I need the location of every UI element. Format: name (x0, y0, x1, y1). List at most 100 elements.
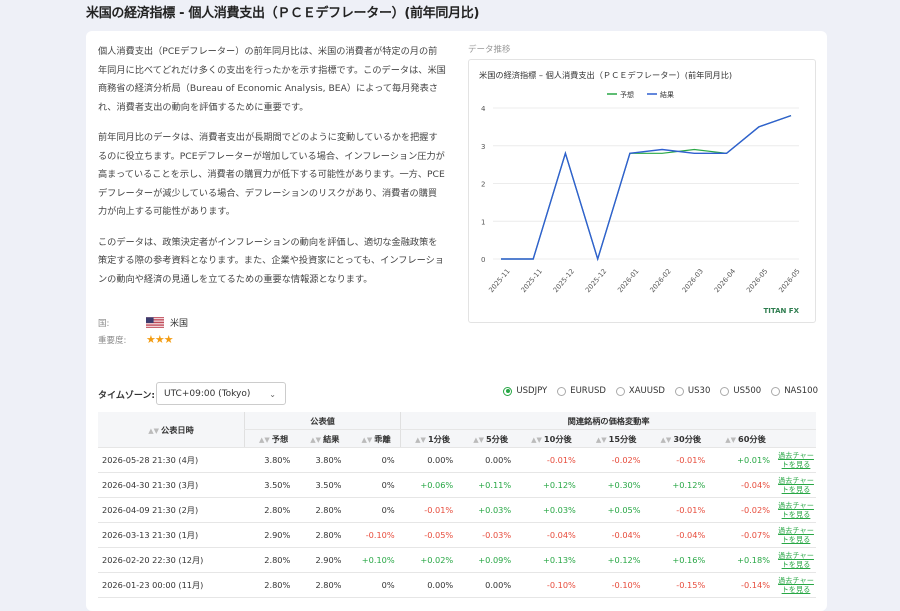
column-header-1min[interactable]: ▲▼ 1分後 (400, 429, 460, 448)
x-tick-label: 2025-11 (519, 267, 543, 294)
chevron-down-icon: ⌄ (269, 390, 276, 399)
deviation-cell: 0% (347, 497, 401, 523)
radio-circle-icon[interactable] (557, 386, 567, 396)
radio-circle-icon[interactable] (503, 386, 513, 396)
symbol-radio-nas100[interactable]: NAS100 (771, 386, 818, 396)
timezone-label: タイムゾーン: (98, 391, 155, 401)
description-paragraph: このデータは、政策決定者がインフレーションの動向を評価し、適切な金融政策を策定す… (98, 236, 444, 285)
m5-cell: +0.03% (459, 497, 518, 523)
chart-title: 米国の経済指標 – 個人消費支出（ＰＣＥデフレーター）(前年同月比) (479, 70, 732, 80)
column-header-15min[interactable]: ▲▼ 15分後 (581, 429, 647, 448)
past-chart-link[interactable]: 過去チャートを見る (776, 572, 816, 598)
symbol-radio-usdjpy[interactable]: USDJPY (503, 386, 547, 396)
column-header-60min[interactable]: ▲▼ 60分後 (711, 429, 776, 448)
symbol-label: USDJPY (516, 386, 548, 396)
table-body: 2026-05-28 21:30 (4月) 3.80% 3.80% 0% 0.00% 0.… (98, 447, 816, 598)
deviation-cell: +0.10% (347, 547, 401, 573)
m1-cell: 0.00% (400, 572, 460, 598)
radio-circle-icon[interactable] (771, 386, 781, 396)
radio-circle-icon[interactable] (615, 386, 625, 396)
m30-cell: -0.15% (646, 572, 712, 598)
m60-cell: -0.07% (711, 522, 776, 548)
table-row: 2026-05-28 21:30 (4月) 3.80% 3.80% 0% 0.00% 0.… (98, 447, 816, 473)
m5-cell: 0.00% (459, 572, 518, 598)
past-chart-link[interactable]: 過去チャートを見る (776, 547, 816, 573)
deviation-cell: 0% (347, 572, 401, 598)
column-header-5min[interactable]: ▲▼ 5分後 (459, 429, 518, 448)
m10-cell: -0.04% (517, 522, 582, 548)
radio-circle-icon[interactable] (720, 386, 730, 396)
sort-icon: ▲▼ (361, 435, 373, 444)
description-paragraph: 前年同月比のデータは、消費者支出が長期間でどのように変動しているかを把握するのに… (98, 132, 445, 217)
sort-icon: ▲▼ (473, 435, 484, 444)
table-row: 2026-02-20 22:30 (12月) 2.80% 2.90% +0.10% +0… (98, 547, 816, 573)
m30-cell: -0.04% (646, 522, 712, 548)
actual-cell: 2.90% (296, 547, 348, 573)
line-chart: 米国の経済指標 – 個人消費支出（ＰＣＥデフレーター）(前年同月比) 予想 結果 0 1… (479, 70, 802, 315)
forecast-cell: 2.90% (244, 522, 297, 548)
column-header-actual[interactable]: ▲▼ 結果 (296, 429, 348, 448)
radio-circle-icon[interactable] (674, 386, 684, 396)
column-header-30min[interactable]: ▲▼ 30分後 (646, 429, 712, 448)
m15-cell: -0.10% (581, 572, 647, 598)
m5-cell: +0.11% (459, 472, 518, 498)
sort-icon: ▲▼ (660, 435, 672, 444)
symbol-label: NAS100 (784, 386, 818, 396)
actual-cell: 3.50% (296, 472, 348, 498)
importance-row: 重要度: ★★★ (98, 331, 188, 348)
us-flag-icon (146, 317, 164, 328)
m60-cell: -0.02% (711, 497, 776, 523)
symbol-radio-group: USDJPY EURUSD XAUUSD US30 US500 NAS100 (493, 386, 818, 396)
column-group-published: 公表値 (243, 412, 401, 430)
chart-panel: 米国の経済指標 – 個人消費支出（ＰＣＥデフレーター）(前年同月比) 予想 結果 0 1… (468, 59, 816, 323)
series-line-actual (501, 114, 792, 262)
release-date-cell: 2026-03-13 21:30 (1月) (98, 522, 245, 548)
x-tick-label: 2025-12 (552, 267, 576, 294)
filter-controls: タイムゾーン: UTC+09:00 (Tokyo) ⌄ USDJPY EURUSD… (98, 382, 818, 406)
release-date-cell: 2026-04-09 21:30 (2月) (98, 497, 245, 523)
deviation-cell: -0.10% (347, 522, 401, 548)
sort-icon: ▲▼ (725, 435, 737, 444)
column-header-forecast[interactable]: ▲▼ 予想 (244, 429, 297, 448)
x-tick-label: 2026-04 (713, 267, 737, 294)
m10-cell: +0.03% (517, 497, 582, 523)
m30-cell: -0.01% (646, 447, 712, 473)
column-header-10min[interactable]: ▲▼ 10分後 (517, 429, 582, 448)
m15-cell: +0.05% (581, 497, 647, 523)
description-paragraph: 個人消費支出（PCEデフレーター）の前年同月比は、米国の消費者が特定の月の前年同… (98, 46, 446, 113)
symbol-radio-eurusd[interactable]: EURUSD (557, 386, 606, 396)
symbol-radio-xauusd[interactable]: XAUUSD (615, 386, 665, 396)
column-header-date[interactable]: ▲▼ 公表日時 (98, 412, 245, 448)
column-group-price-change: 関連銘柄の価格変動率 (400, 412, 816, 430)
timezone-select[interactable]: UTC+09:00 (Tokyo) ⌄ (156, 382, 286, 405)
past-chart-link[interactable]: 過去チャートを見る (776, 472, 816, 498)
y-tick-label: 0 (481, 256, 485, 264)
m10-cell: -0.01% (517, 447, 582, 473)
history-table: ▲▼ 公表日時 公表値 関連銘柄の価格変動率 ▲▼ 予想 ▲▼ 結果 ▲▼ 乖離 ▲▼ 1… (98, 412, 816, 598)
release-date-cell: 2026-01-23 00:00 (11月) (98, 572, 245, 598)
m15-cell: +0.12% (581, 547, 647, 573)
y-tick-label: 1 (481, 218, 485, 226)
y-tick-label: 3 (481, 143, 485, 151)
m30-cell: -0.01% (646, 497, 712, 523)
symbol-radio-us500[interactable]: US500 (720, 386, 761, 396)
y-tick-label: 4 (481, 105, 486, 113)
symbol-label: US500 (733, 386, 762, 396)
table-group-header-row: ▲▼ 公表日時 公表値 関連銘柄の価格変動率 (98, 412, 816, 448)
m5-cell: +0.09% (459, 547, 518, 573)
brand-logo: TITAN FX (763, 307, 799, 315)
forecast-cell: 2.80% (244, 497, 297, 523)
x-tick-label: 2026-03 (681, 267, 705, 294)
m10-cell: +0.13% (517, 547, 582, 573)
symbol-radio-us30[interactable]: US30 (674, 386, 710, 396)
chart-section-label: データ推移 (468, 45, 511, 55)
country-row: 国: 米国 (98, 314, 188, 331)
country-label: 国: (98, 318, 110, 329)
past-chart-link[interactable]: 過去チャートを見る (776, 497, 816, 523)
series-line-forecast (501, 115, 792, 262)
indicator-meta: 国: 米国 重要度: ★★★ (98, 314, 188, 348)
column-header-deviation[interactable]: ▲▼ 乖離 (347, 429, 401, 448)
m60-cell: -0.04% (711, 472, 776, 498)
past-chart-link[interactable]: 過去チャートを見る (776, 522, 816, 548)
past-chart-link[interactable]: 過去チャートを見る (776, 447, 816, 473)
